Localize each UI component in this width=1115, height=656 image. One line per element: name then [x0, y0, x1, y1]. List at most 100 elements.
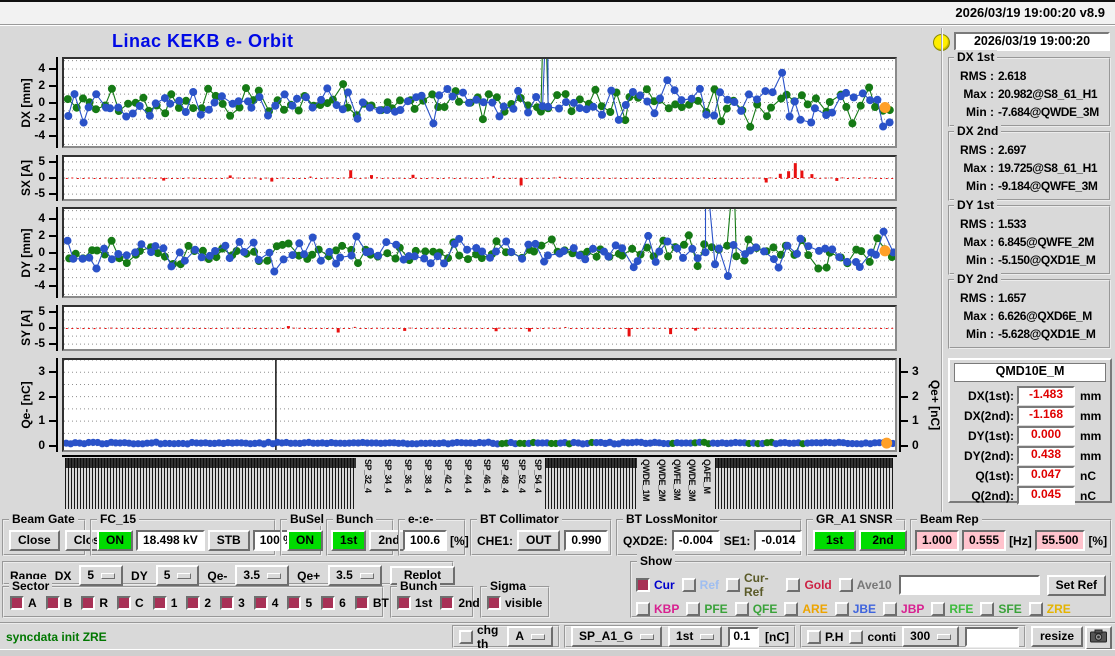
stat-box-dy-2nd: DY 2nd RMS : 1.657 Max : 6.626@QXD6E_M Min :-… — [948, 272, 1111, 349]
checkbox-indicator-icon — [354, 596, 369, 610]
checkbox-indicator-icon — [321, 596, 336, 610]
sector-checkbox-5[interactable]: 5 — [287, 596, 312, 610]
fc15-stb-button[interactable]: STB — [207, 530, 250, 551]
checkbox-indicator-icon — [10, 596, 24, 610]
monitor-value: 0.000 — [1017, 426, 1075, 445]
window-bottom-edge — [0, 649, 1115, 656]
stat-row: Max : 20.982@S8_61_H1 — [952, 85, 1107, 103]
show-checkbox-sfe[interactable]: SFE — [980, 602, 1022, 616]
show-checkbox-kbp[interactable]: KBP — [636, 602, 679, 616]
checkbox-indicator-icon — [726, 578, 741, 592]
tick-label: 1 — [912, 413, 919, 428]
dropdown-indicator-icon — [177, 572, 192, 579]
monitor-row: DY(1st): 0.000 mm — [952, 426, 1108, 445]
chg-th-a-dropdown[interactable]: A — [507, 626, 553, 647]
y-axis-label-right-qe: Qe+ [nC] — [928, 379, 942, 431]
resize-button[interactable]: resize — [1031, 626, 1084, 647]
bunch-1st-dropdown[interactable]: 1st — [668, 626, 723, 647]
blank-entry-field[interactable] — [965, 626, 1019, 647]
bpm-label: SP_48_4 — [500, 459, 510, 493]
show-checkbox-ave10[interactable]: Ave10 — [838, 578, 892, 592]
bpm-label: SP_44_4 — [463, 459, 473, 493]
range-dx-dropdown[interactable]: 5 — [79, 565, 124, 586]
sector-checkbox-r[interactable]: R — [81, 596, 108, 610]
bunch-1st-button[interactable]: 1st — [331, 530, 367, 551]
sector-checkbox-1[interactable]: 1 — [152, 596, 177, 610]
monitor-box: QMD10E_M DX(1st): -1.483 mm DX(2nd): -1.168 m… — [948, 358, 1112, 505]
stat-row: RMS : 1.657 — [952, 289, 1107, 307]
sp-a1-g-dropdown[interactable]: SP_A1_G — [571, 626, 663, 647]
stat-box-dy-1st: DY 1st RMS : 1.533 Max : 6.845@QWFE_2M Min :-… — [948, 198, 1111, 275]
plot-qe — [62, 358, 897, 452]
threshold-input[interactable]: 0.1 — [728, 626, 759, 647]
conti-checkbox[interactable]: conti — [849, 629, 896, 644]
tick-label: -4 — [34, 277, 45, 292]
sector-checkbox-bt[interactable]: BT — [354, 596, 389, 610]
checkbox-label: SFE — [998, 602, 1022, 616]
tick-label: 0 — [38, 320, 45, 334]
set-ref-button[interactable]: Set Ref — [1046, 574, 1106, 596]
show-checkbox-jbp[interactable]: JBP — [883, 602, 924, 616]
sector-checkbox-a[interactable]: A — [10, 596, 37, 610]
sector-checkbox-3[interactable]: 3 — [220, 596, 245, 610]
stat-label: Max : — [963, 309, 994, 323]
beam-gate-title: Beam Gate — [9, 512, 78, 526]
show-checkbox-cur[interactable]: Cur — [636, 578, 675, 592]
sector-checkbox-6[interactable]: 6 — [321, 596, 346, 610]
beam-gate-close-button-1[interactable]: Close — [9, 530, 60, 551]
tick-label: 2 — [912, 388, 919, 403]
sector-checkbox-b[interactable]: B — [45, 596, 72, 610]
range-dy-dropdown[interactable]: 5 — [155, 565, 200, 586]
monitor-label: Q(2nd): — [971, 488, 1014, 503]
checkbox-label: Cur — [654, 578, 675, 592]
stat-value: 20.982@S8_61_H1 — [998, 87, 1098, 101]
show-checkbox-ref[interactable]: Ref — [681, 578, 719, 592]
sigma-visible-checkbox[interactable]: visible — [487, 596, 542, 610]
bt-collimator-group: BT Collimator CHE1: OUT 0.990 — [470, 512, 612, 556]
checkbox-indicator-icon — [636, 578, 650, 592]
tick-label: 5 — [38, 303, 45, 318]
show-checkbox-zre[interactable]: ZRE — [1028, 602, 1071, 616]
checkbox-indicator-icon — [734, 602, 749, 616]
show-checkbox-rfe[interactable]: RFE — [931, 602, 973, 616]
monitor-row: DX(2nd): -1.168 mm — [952, 406, 1108, 425]
count-300-dropdown[interactable]: 300 — [902, 626, 960, 647]
show-checkbox-qfe[interactable]: QFE — [734, 602, 778, 616]
checkbox-indicator-icon — [686, 602, 701, 616]
show-checkbox-gold[interactable]: Gold — [786, 578, 832, 592]
fc15-on-button[interactable]: ON — [97, 530, 133, 551]
gr-a1-2nd-button[interactable]: 2nd — [859, 530, 907, 551]
show-checkbox-cur-ref[interactable]: Cur-Ref — [726, 571, 779, 599]
y-axis-label-dy: DY [mm] — [19, 227, 33, 278]
stat-row: Min : -7.684@QWDE_3M — [952, 103, 1107, 121]
show-checkbox-pfe[interactable]: PFE — [686, 602, 728, 616]
sector-checkbox-4[interactable]: 4 — [253, 596, 278, 610]
ph-checkbox[interactable]: P.H — [807, 629, 843, 644]
show-checkbox-jbe[interactable]: JBE — [834, 602, 876, 616]
tick-label: 0 — [38, 170, 45, 184]
checkbox-label: QFE — [752, 602, 778, 616]
bpm-label: SP_34_4 — [383, 459, 393, 493]
checkbox-indicator-icon — [1028, 602, 1043, 616]
bunch-checkbox-1st[interactable]: 1st — [397, 596, 432, 610]
chg-th-checkbox[interactable]: chg th — [459, 623, 501, 651]
show-checkbox-are[interactable]: ARE — [784, 602, 828, 616]
ref-entry-field[interactable] — [898, 575, 1040, 595]
y-axis-label-sy: SY [A] — [19, 310, 33, 346]
gr-a1-1st-button[interactable]: 1st — [813, 530, 857, 551]
sector-checkbox-2[interactable]: 2 — [186, 596, 211, 610]
dense-bpm-labels — [545, 458, 637, 509]
che1-out-button[interactable]: OUT — [517, 530, 561, 551]
range-qem-dropdown[interactable]: 3.5 — [235, 565, 290, 586]
tick-label: 0 — [912, 437, 919, 452]
camera-button[interactable] — [1085, 626, 1112, 650]
dropdown-indicator-icon — [640, 633, 655, 640]
bunch-checkbox-2nd[interactable]: 2nd — [440, 596, 480, 610]
range-qep-dropdown[interactable]: 3.5 — [328, 565, 382, 586]
checkbox-indicator-icon — [253, 596, 268, 610]
x-axis-label-strip: SP_32_4 SP_34_4 SP_36_4 SP_38_4 SP_42_4 SP_44… — [62, 455, 897, 512]
busel-on-button[interactable]: ON — [287, 530, 323, 551]
tick-mark — [49, 420, 56, 423]
status-bar: syncdata init ZRE chg th A SP_A1_G 1st 0… — [0, 622, 1115, 651]
sector-checkbox-c[interactable]: C — [117, 596, 144, 610]
